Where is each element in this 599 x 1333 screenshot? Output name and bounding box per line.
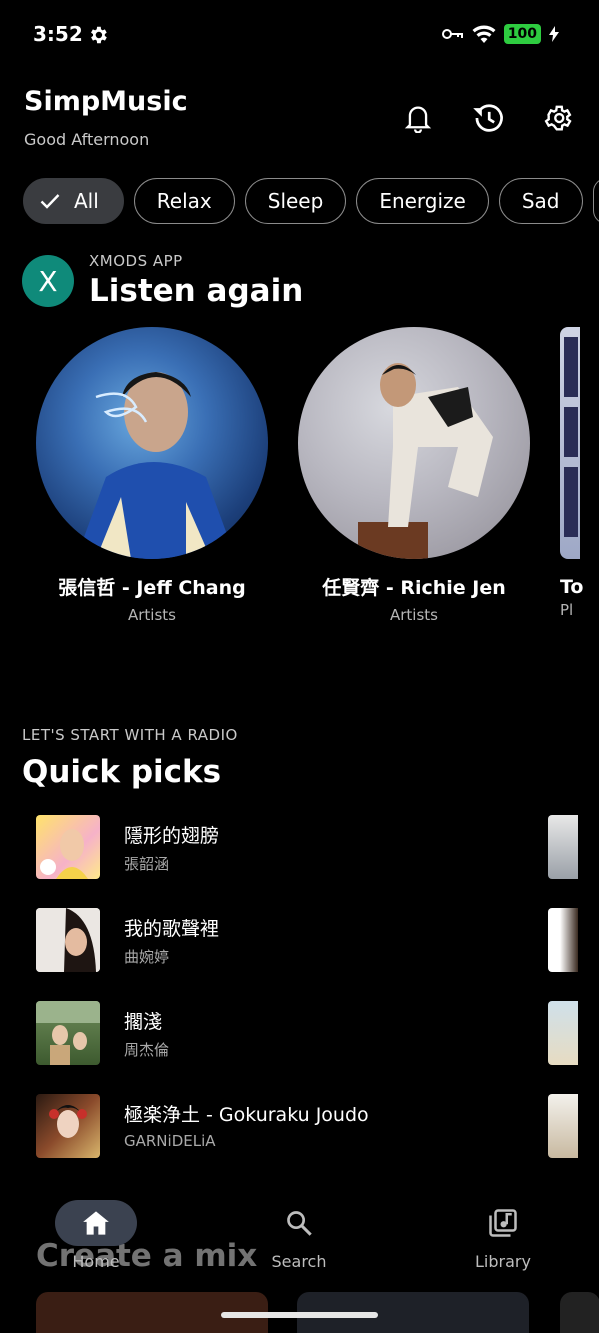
next-column-thumbnail[interactable]	[548, 908, 578, 972]
bottom-navigation: Home Search Library	[0, 1190, 599, 1290]
song-artist: 張韶涵	[124, 855, 170, 873]
app-title: SimpMusic	[24, 86, 188, 117]
library-music-icon	[489, 1209, 517, 1237]
status-right: 100	[441, 24, 559, 44]
settings-button[interactable]	[540, 100, 576, 136]
next-column-thumbnail[interactable]	[548, 1001, 578, 1065]
nav-library[interactable]: Library	[433, 1200, 573, 1271]
mix-card[interactable]	[560, 1292, 599, 1333]
gear-icon	[544, 105, 572, 131]
quick-picks-title: Quick picks	[22, 754, 222, 790]
chip-sleep[interactable]: Sleep	[244, 178, 347, 224]
artist-name: 張信哲 - Jeff Chang	[58, 577, 246, 599]
charging-icon	[549, 26, 559, 42]
song-row[interactable]: 擱淺 周杰倫	[36, 1001, 576, 1065]
battery-indicator: 100	[503, 24, 541, 44]
status-bar: 3:52 100	[0, 0, 599, 70]
wifi-icon	[472, 25, 496, 43]
nav-home-label: Home	[72, 1252, 120, 1271]
listen-again-title: Listen again	[89, 273, 304, 309]
nav-search-pill	[258, 1200, 340, 1246]
search-icon	[287, 1211, 312, 1236]
song-row[interactable]: 極楽浄土 - Gokuraku Joudo GARNiDELiA	[36, 1094, 576, 1158]
song-artist: GARNiDELiA	[124, 1132, 216, 1150]
nav-library-label: Library	[475, 1252, 531, 1271]
artist-image	[36, 327, 268, 559]
playlist-cover	[564, 337, 578, 537]
gesture-home-bar[interactable]	[221, 1312, 378, 1318]
chip-sad[interactable]: Sad	[498, 178, 583, 224]
avatar[interactable]: X	[22, 255, 74, 307]
artist-image	[298, 327, 530, 559]
song-thumbnail	[36, 1001, 100, 1065]
playlist-card-partial[interactable]	[560, 327, 580, 559]
chip-label: Sleep	[267, 189, 324, 213]
history-icon	[473, 104, 503, 132]
status-time: 3:52	[33, 22, 83, 46]
chip-label: All	[74, 189, 99, 213]
listen-again-subtitle: XMODS APP	[89, 252, 183, 270]
playlist-type-partial: Pl	[560, 601, 574, 619]
chip-label: Sad	[521, 189, 560, 213]
notifications-button[interactable]	[400, 100, 436, 136]
artist-card[interactable]: 張信哲 - Jeff Chang Artists	[34, 327, 270, 624]
home-icon	[83, 1211, 109, 1235]
song-thumbnail	[36, 908, 100, 972]
nav-library-pill	[462, 1200, 544, 1246]
artist-photo	[76, 372, 236, 559]
chip-energize[interactable]: Energize	[356, 178, 489, 224]
chip-all[interactable]: All	[23, 178, 124, 224]
nav-search[interactable]: Search	[229, 1200, 369, 1271]
nav-search-label: Search	[271, 1252, 327, 1271]
quick-picks-subtitle: LET'S START WITH A RADIO	[22, 726, 238, 744]
chip-label: Energize	[379, 189, 466, 213]
next-column-thumbnail[interactable]	[548, 815, 578, 879]
artist-type: Artists	[390, 606, 438, 624]
artist-card[interactable]: 任賢齊 - Richie Jen Artists	[296, 327, 532, 624]
bell-icon	[404, 106, 432, 133]
artist-photo	[358, 363, 493, 559]
song-artist: 曲婉婷	[124, 948, 170, 966]
song-thumbnail	[36, 815, 100, 879]
vpn-key-icon	[441, 29, 463, 39]
settings-status-icon	[91, 26, 107, 44]
chip-partial[interactable]: F	[592, 178, 599, 224]
song-thumbnail	[36, 1094, 100, 1158]
greeting-text: Good Afternoon	[24, 130, 150, 149]
playlist-name-partial: To	[560, 576, 584, 598]
song-row[interactable]: 我的歌聲裡 曲婉婷	[36, 908, 576, 972]
nav-home[interactable]: Home	[26, 1200, 166, 1271]
artist-type: Artists	[128, 606, 176, 624]
history-button[interactable]	[470, 100, 506, 136]
check-icon	[40, 194, 60, 209]
song-artist: 周杰倫	[124, 1041, 170, 1059]
next-column-thumbnail[interactable]	[548, 1094, 578, 1158]
chip-relax[interactable]: Relax	[133, 178, 235, 224]
song-title: 隱形的翅膀	[124, 825, 220, 847]
song-row[interactable]: 隱形的翅膀 張韶涵	[36, 815, 576, 879]
avatar-letter: X	[38, 264, 58, 298]
song-title: 極楽浄土 - Gokuraku Joudo	[124, 1104, 369, 1126]
song-title: 我的歌聲裡	[124, 918, 220, 940]
chip-label: Relax	[156, 189, 212, 213]
song-title: 擱淺	[124, 1011, 163, 1033]
artist-name: 任賢齊 - Richie Jen	[322, 577, 506, 599]
mood-chips: All Relax Sleep Energize Sad F	[23, 178, 599, 224]
nav-home-pill	[55, 1200, 137, 1246]
